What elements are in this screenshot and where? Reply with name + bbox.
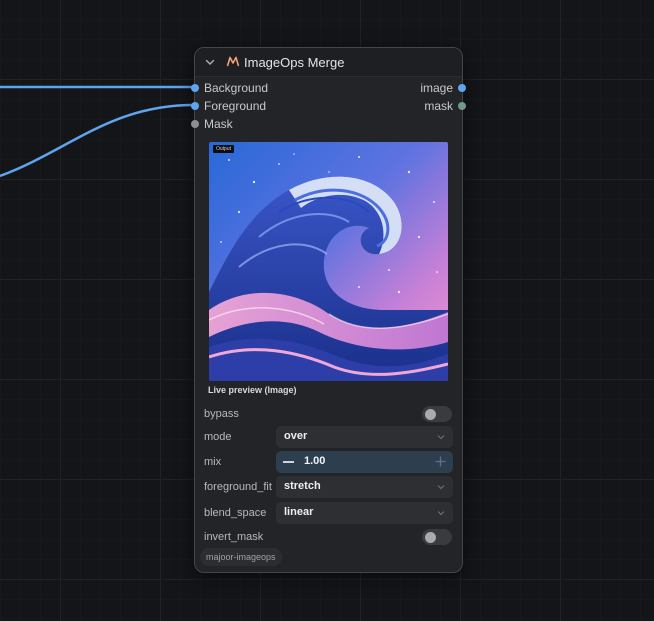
toggle-knob	[425, 532, 436, 543]
chevron-down-icon	[437, 485, 445, 490]
input-label-mask: Mask	[204, 117, 233, 131]
live-preview-image: Output	[209, 142, 448, 381]
input-connector-dot[interactable]	[191, 102, 199, 110]
output-label-image: image	[420, 81, 453, 95]
increment-icon[interactable]	[435, 456, 446, 467]
output-connector-dot[interactable]	[458, 102, 466, 110]
invert-mask-toggle[interactable]	[422, 529, 452, 545]
chevron-down-icon	[437, 435, 445, 440]
output-slot-mask[interactable]: mask	[345, 97, 466, 115]
toggle-knob	[425, 409, 436, 420]
chevron-down-icon[interactable]	[204, 56, 216, 68]
bypass-toggle[interactable]	[422, 406, 452, 422]
blend-space-select[interactable]: linear	[276, 502, 453, 524]
bypass-label: bypass	[204, 408, 239, 420]
chevron-down-icon	[437, 511, 445, 516]
input-slot-mask[interactable]: Mask	[191, 115, 325, 133]
foreground-fit-select[interactable]: stretch	[276, 476, 453, 498]
input-slot-foreground[interactable]: Foreground	[191, 97, 325, 115]
decrement-icon[interactable]	[283, 461, 294, 463]
mode-select[interactable]: over	[276, 426, 453, 448]
input-connector-dot[interactable]	[191, 120, 199, 128]
foreground-fit-label: foreground_fit	[204, 481, 272, 493]
invert-mask-label: invert_mask	[204, 531, 264, 543]
output-connector-dot[interactable]	[458, 84, 466, 92]
output-label-mask: mask	[424, 99, 453, 113]
output-tag: Output	[213, 145, 235, 153]
node-header[interactable]: ImageOps Merge	[195, 48, 462, 77]
output-slot-image[interactable]: image	[345, 79, 466, 97]
blend-space-label: blend_space	[204, 507, 267, 519]
input-label-background: Background	[204, 81, 269, 95]
blend-space-value: linear	[284, 506, 314, 518]
mix-value: 1.00	[304, 455, 326, 467]
input-slot-background[interactable]: Background	[191, 79, 325, 97]
imageops-merge-node[interactable]: ImageOps Merge Background Foreground Mas…	[191, 47, 466, 573]
wave-artwork	[209, 142, 448, 381]
foreground-fit-value: stretch	[284, 480, 321, 492]
wire-foreground[interactable]	[0, 103, 195, 178]
mix-label: mix	[204, 456, 222, 468]
majoor-logo-icon	[226, 56, 240, 67]
input-label-foreground: Foreground	[204, 99, 267, 113]
node-source-badge: majoor-imageops	[200, 548, 282, 566]
mode-value: over	[284, 430, 308, 442]
input-connector-dot[interactable]	[191, 84, 199, 92]
mix-number-input[interactable]: 1.00	[276, 451, 453, 473]
preview-caption: Live preview (Image)	[208, 385, 297, 395]
mode-label: mode	[204, 431, 232, 443]
node-title: ImageOps Merge	[244, 55, 345, 70]
